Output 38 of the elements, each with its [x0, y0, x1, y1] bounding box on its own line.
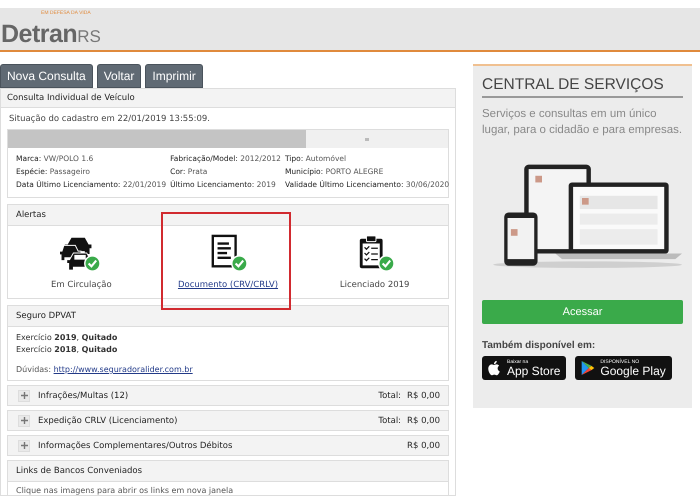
expandable-section[interactable]: Informações Complementares/Outros Débitos R$ 0,00	[7, 435, 449, 456]
play-icon	[581, 360, 596, 376]
apple-icon	[488, 360, 502, 376]
alert-label: Em Circulação	[51, 280, 112, 290]
section-title: Expedição CRLV (Licenciamento)	[38, 416, 178, 426]
card-title: Links de Bancos Conveniados	[8, 461, 448, 482]
expandable-section[interactable]: Expedição CRLV (Licenciamento) Total: R$ 0,00	[7, 410, 449, 431]
panel-heading: CENTRAL DE SERVIÇOS	[482, 76, 683, 98]
card-title: Seguro DPVAT	[8, 306, 448, 327]
doubts-label: Dúvidas:	[16, 365, 52, 374]
small-square-icon	[365, 138, 369, 140]
panel-title: Consulta Individual de Veículo	[1, 89, 455, 108]
total-label: Total:	[378, 416, 402, 426]
dpvat-line: Exercício 2018, Quitado	[16, 344, 118, 356]
action-button[interactable]: Nova Consulta	[0, 64, 93, 88]
hint-text: Clique nas imagens para abrir os links em nova janela	[15, 485, 234, 495]
total-label: Total:	[378, 390, 402, 400]
description-text: Serviços e consultas em um único lugar, para o cidadão e para empresas.	[482, 107, 683, 138]
total-value: R$ 0,00	[407, 416, 440, 426]
alert-label: Licenciado 2019	[340, 280, 410, 290]
plus-icon[interactable]	[18, 414, 30, 426]
plus-icon[interactable]	[18, 390, 30, 402]
action-button[interactable]: Imprimir	[145, 64, 203, 88]
status-text: Situação do cadastro em 22/01/2019 13:55:09.	[8, 113, 212, 126]
plus-icon[interactable]	[18, 440, 30, 452]
section-title: Infrações/Multas (12)	[38, 390, 130, 400]
alert-link[interactable]: Documento (CRV/CRLV)	[178, 280, 278, 290]
total-value: R$ 0,00	[407, 390, 440, 400]
action-button[interactable]: Voltar	[96, 64, 142, 88]
availability-label: Também disponível em:	[482, 340, 596, 351]
total-value: R$ 0,00	[407, 440, 440, 450]
logo-suffix: RS	[77, 26, 101, 46]
card-title: Alertas	[8, 205, 448, 226]
logo-wordmark: Detran	[1, 20, 78, 48]
section-title: Informações Complementares/Outros Débitos	[38, 440, 234, 450]
dpvat-line: Exercício 2019, Quitado	[16, 332, 118, 344]
insurer-link[interactable]: http://www.seguradoralider.com.br	[54, 365, 193, 374]
expandable-section[interactable]: Infrações/Multas (12) Total: R$ 0,00	[7, 385, 449, 406]
